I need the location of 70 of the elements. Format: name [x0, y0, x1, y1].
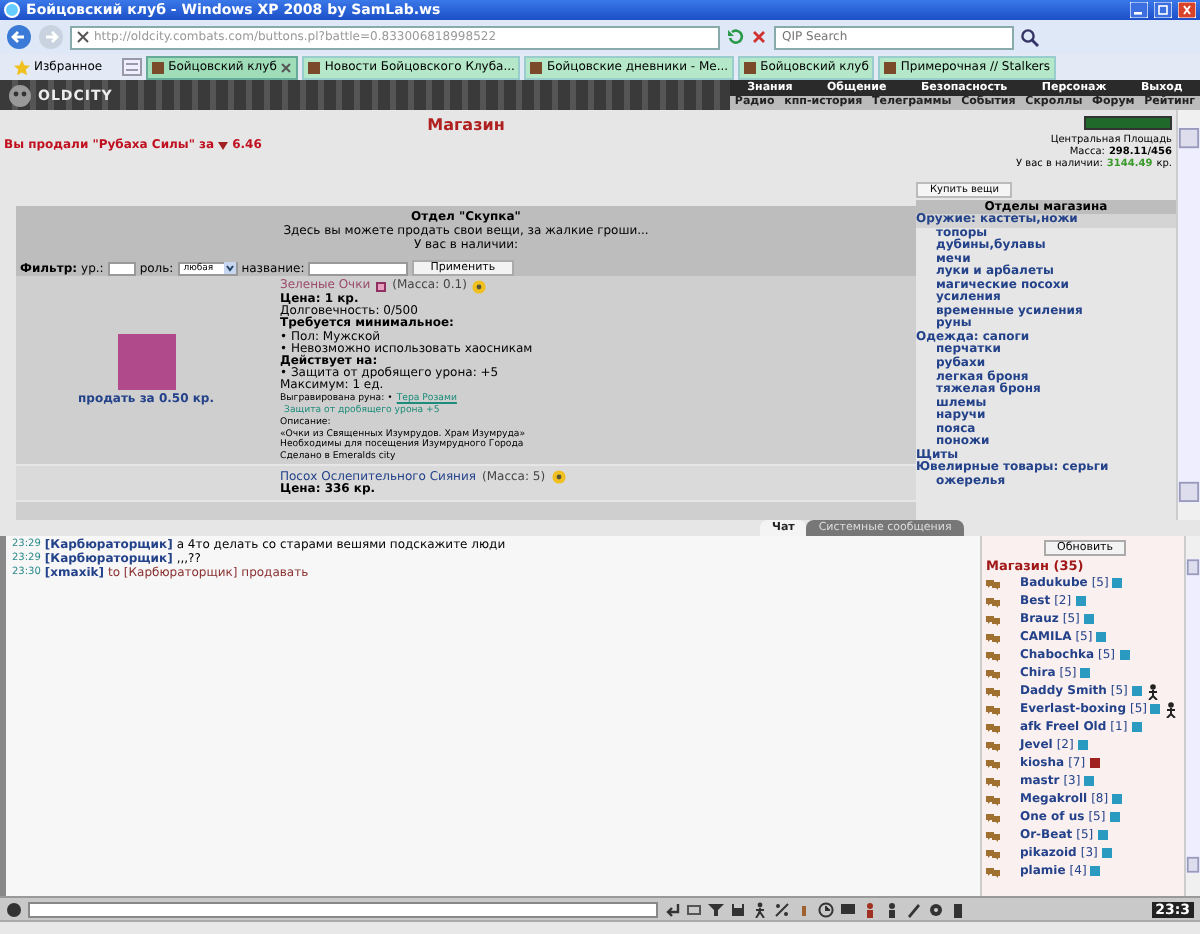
- info-square-icon[interactable]: [1090, 866, 1101, 876]
- walking-figure-button[interactable]: [752, 901, 768, 917]
- clock-button[interactable]: [818, 901, 834, 917]
- square-icon: [376, 282, 387, 292]
- private-chat-icon[interactable]: [986, 577, 1000, 589]
- shop-title: Магазин: [425, 114, 507, 134]
- private-chat-icon[interactable]: [986, 595, 1000, 607]
- info-square-icon[interactable]: [1109, 812, 1120, 822]
- search-button[interactable]: [1020, 27, 1040, 47]
- private-chat-icon[interactable]: [986, 829, 1000, 841]
- stop-button[interactable]: [750, 28, 768, 46]
- name-field[interactable]: [308, 261, 409, 275]
- star-icon: [14, 59, 30, 75]
- scrollbar[interactable]: [1176, 110, 1200, 520]
- figure-button[interactable]: [862, 901, 878, 917]
- chat-input-field[interactable]: [28, 901, 658, 917]
- save-button[interactable]: [730, 901, 746, 917]
- info-square-icon[interactable]: [1131, 722, 1142, 732]
- enter-button[interactable]: [664, 901, 680, 917]
- info-square-icon[interactable]: [1112, 578, 1123, 588]
- monitor-button[interactable]: [840, 901, 856, 917]
- level-field[interactable]: [107, 261, 136, 275]
- caret-icon: [223, 262, 236, 274]
- private-chat-icon[interactable]: [986, 649, 1000, 661]
- browser-logo-icon: [4, 2, 20, 18]
- tab-grid-button[interactable]: [122, 58, 143, 76]
- private-chat-icon[interactable]: [986, 793, 1000, 805]
- private-chat-icon[interactable]: [986, 739, 1000, 751]
- private-chat-icon[interactable]: [986, 757, 1000, 769]
- refresh-button[interactable]: [726, 28, 744, 46]
- favicon-icon: [744, 61, 757, 73]
- private-chat-icon[interactable]: [986, 865, 1000, 877]
- info-square-icon[interactable]: [1150, 704, 1161, 714]
- round-badge-icon: [551, 470, 566, 485]
- info-square-icon[interactable]: [1119, 650, 1130, 660]
- info-square-icon[interactable]: [1112, 794, 1123, 804]
- close-button[interactable]: [1178, 2, 1196, 18]
- skull-emblem-icon: [8, 83, 32, 107]
- info-square-icon[interactable]: [1097, 830, 1108, 840]
- info-square-icon[interactable]: [1077, 740, 1088, 750]
- round-badge-icon: [472, 280, 487, 294]
- info-square-icon[interactable]: [1080, 668, 1091, 678]
- private-chat-icon[interactable]: [986, 703, 1000, 715]
- favicon-icon: [530, 61, 543, 73]
- info-square-icon[interactable]: [1131, 686, 1142, 696]
- info-square-icon[interactable]: [1083, 614, 1094, 624]
- private-chat-icon[interactable]: [986, 613, 1000, 625]
- private-chat-icon[interactable]: [986, 775, 1000, 787]
- favicon-icon: [152, 61, 165, 73]
- private-chat-icon[interactable]: [986, 667, 1000, 679]
- info-square-icon[interactable]: [1084, 776, 1095, 786]
- private-chat-icon[interactable]: [986, 721, 1000, 733]
- info-square-icon[interactable]: [1101, 848, 1112, 858]
- private-chat-icon[interactable]: [986, 685, 1000, 697]
- info-square-icon[interactable]: [1096, 632, 1107, 642]
- info-square-icon[interactable]: [1089, 758, 1100, 768]
- private-chat-icon[interactable]: [986, 811, 1000, 823]
- close-tab-icon: [280, 61, 293, 73]
- favicon-icon: [308, 61, 321, 73]
- private-chat-icon[interactable]: [986, 631, 1000, 643]
- minimize-button[interactable]: [1130, 2, 1148, 18]
- location-button[interactable]: [1084, 116, 1172, 130]
- scrollbar[interactable]: [1184, 536, 1200, 896]
- private-chat-icon[interactable]: [986, 847, 1000, 859]
- favicon-icon: [884, 61, 897, 73]
- figure-button[interactable]: [884, 901, 900, 917]
- info-square-icon[interactable]: [1075, 596, 1086, 606]
- back-button[interactable]: [6, 24, 32, 50]
- percent-button[interactable]: [774, 901, 790, 917]
- maximize-button[interactable]: [1154, 2, 1172, 18]
